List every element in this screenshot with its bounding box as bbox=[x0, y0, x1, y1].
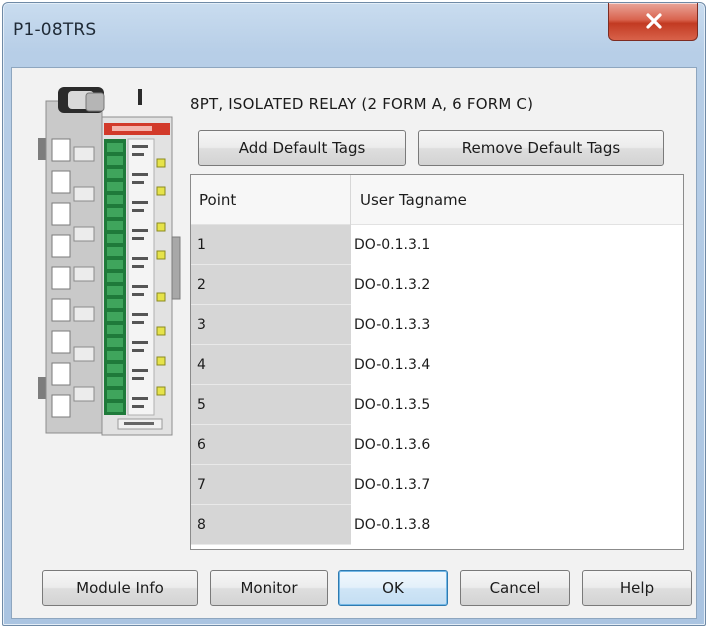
point-cell: 3 bbox=[191, 305, 351, 345]
remove-default-tags-button[interactable]: Remove Default Tags bbox=[418, 130, 664, 166]
dialog-body: 8PT, ISOLATED RELAY (2 FORM A, 6 FORM C)… bbox=[11, 67, 697, 619]
tag-grid: Point User Tagname 1 DO-0.1.3.1 2 DO-0.1… bbox=[190, 174, 684, 550]
tagname-cell[interactable]: DO-0.1.3.4 bbox=[351, 345, 683, 385]
table-row[interactable]: 7 DO-0.1.3.7 bbox=[191, 465, 683, 505]
table-row[interactable]: 6 DO-0.1.3.6 bbox=[191, 425, 683, 465]
table-row[interactable]: 4 DO-0.1.3.4 bbox=[191, 345, 683, 385]
monitor-button[interactable]: Monitor bbox=[210, 570, 328, 606]
table-row[interactable]: 5 DO-0.1.3.5 bbox=[191, 385, 683, 425]
tagname-cell[interactable]: DO-0.1.3.5 bbox=[351, 385, 683, 425]
point-cell: 6 bbox=[191, 425, 351, 465]
table-row[interactable]: 8 DO-0.1.3.8 bbox=[191, 505, 683, 545]
tagname-cell[interactable]: DO-0.1.3.8 bbox=[351, 505, 683, 545]
point-cell: 4 bbox=[191, 345, 351, 385]
tagname-cell[interactable]: DO-0.1.3.3 bbox=[351, 305, 683, 345]
table-row[interactable]: 3 DO-0.1.3.3 bbox=[191, 305, 683, 345]
module-info-button[interactable]: Module Info bbox=[42, 570, 198, 606]
window-title: P1-08TRS bbox=[13, 20, 97, 40]
ok-button[interactable]: OK bbox=[338, 570, 448, 606]
module-description: 8PT, ISOLATED RELAY (2 FORM A, 6 FORM C) bbox=[190, 95, 534, 113]
cancel-button[interactable]: Cancel bbox=[460, 570, 570, 606]
tagname-cell[interactable]: DO-0.1.3.6 bbox=[351, 425, 683, 465]
point-cell: 7 bbox=[191, 465, 351, 505]
point-cell: 5 bbox=[191, 385, 351, 425]
column-header-user-tagname[interactable]: User Tagname bbox=[351, 175, 683, 225]
tagname-cell[interactable]: DO-0.1.3.1 bbox=[351, 225, 683, 265]
tagname-cell[interactable]: DO-0.1.3.7 bbox=[351, 465, 683, 505]
grid-header: Point User Tagname bbox=[191, 175, 683, 225]
point-cell: 8 bbox=[191, 505, 351, 545]
help-button[interactable]: Help bbox=[582, 570, 692, 606]
add-default-tags-button[interactable]: Add Default Tags bbox=[198, 130, 406, 166]
module-illustration bbox=[38, 87, 181, 436]
close-button[interactable] bbox=[608, 3, 698, 41]
dialog-window: P1-08TRS 8PT, ISOLATED RELAY (2 FORM A, … bbox=[2, 2, 706, 626]
column-header-point[interactable]: Point bbox=[191, 175, 351, 225]
table-row[interactable]: 1 DO-0.1.3.1 bbox=[191, 225, 683, 265]
point-cell: 2 bbox=[191, 265, 351, 305]
title-bar[interactable]: P1-08TRS bbox=[3, 3, 705, 67]
tagname-cell[interactable]: DO-0.1.3.2 bbox=[351, 265, 683, 305]
point-cell: 1 bbox=[191, 225, 351, 265]
table-row[interactable]: 2 DO-0.1.3.2 bbox=[191, 265, 683, 305]
close-icon bbox=[646, 13, 662, 29]
